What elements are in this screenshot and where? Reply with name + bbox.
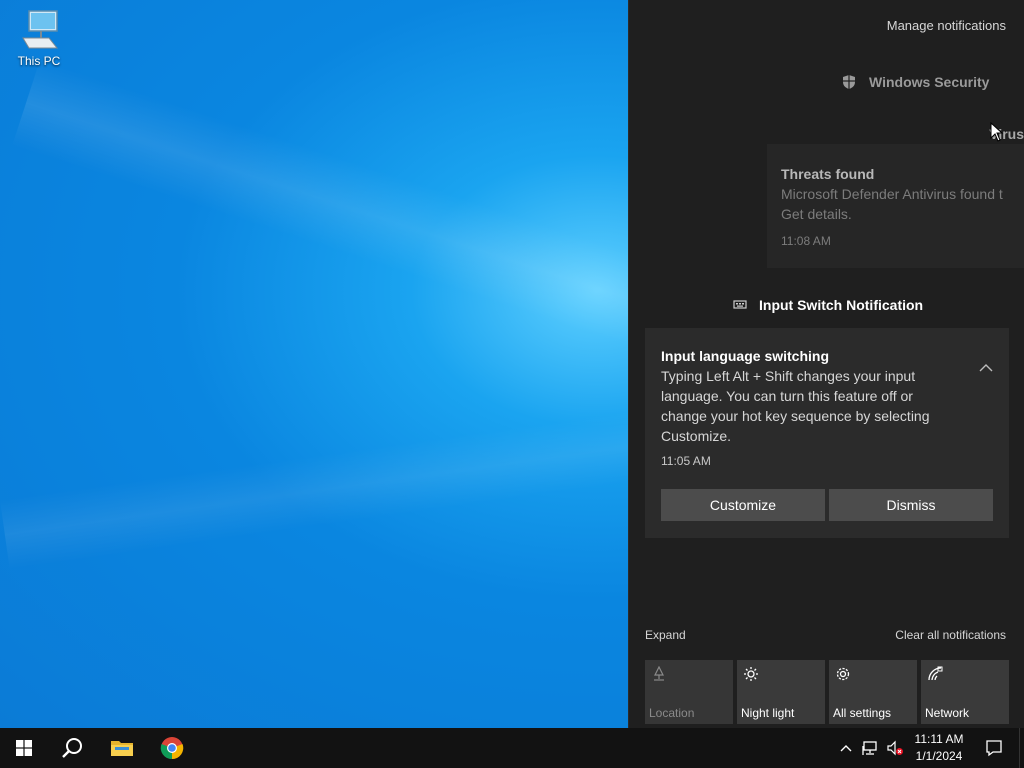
desktop[interactable]: This PC xyxy=(0,0,628,728)
app-name: Input Switch Notification xyxy=(759,297,924,313)
quick-action-label: All settings xyxy=(833,706,892,720)
keyboard-icon xyxy=(733,300,747,309)
taskbar: 11:11 AM 1/1/2024 xyxy=(0,728,1024,768)
desktop-icon-this-pc[interactable]: This PC xyxy=(10,8,68,68)
volume-muted-icon xyxy=(887,740,903,756)
file-explorer-button[interactable] xyxy=(98,728,146,768)
quick-action-night-light[interactable]: Night light xyxy=(737,660,825,724)
notification-toast-threats-found[interactable]: Threats found Microsoft Defender Antivir… xyxy=(767,144,1024,268)
search-button[interactable] xyxy=(48,728,96,768)
dismiss-button[interactable]: Dismiss xyxy=(829,489,993,521)
shield-icon xyxy=(843,75,855,89)
network-icon xyxy=(928,666,943,681)
mouse-cursor-icon xyxy=(990,122,1004,142)
action-center-button[interactable] xyxy=(974,728,1014,768)
toast-title: Input language switching xyxy=(661,348,829,364)
notification-group-header-windows-security[interactable]: Windows Security xyxy=(841,74,989,90)
quick-actions: Location Night light All settings Networ… xyxy=(645,660,1009,724)
location-icon xyxy=(654,665,664,681)
night-light-icon xyxy=(744,667,758,681)
clock-time: 11:11 AM xyxy=(914,732,964,746)
action-center: Manage notifications Windows Security Vi… xyxy=(628,0,1024,728)
manage-notifications-link[interactable]: Manage notifications xyxy=(887,18,1006,33)
wallpaper-light-beam xyxy=(12,60,628,381)
quick-action-all-settings[interactable]: All settings xyxy=(829,660,917,724)
network-tray-button[interactable] xyxy=(860,728,882,768)
chevron-up-icon xyxy=(840,745,852,752)
toast-body: Typing Left Alt + Shift changes your inp… xyxy=(661,368,930,444)
notification-toast-input-language[interactable]: Input language switching Typing Left Alt… xyxy=(645,328,1009,538)
chrome-icon xyxy=(160,737,184,760)
clock-date: 1/1/2024 xyxy=(915,749,963,763)
quick-action-network[interactable]: Network xyxy=(921,660,1009,724)
expand-quick-actions-link[interactable]: Expand xyxy=(645,628,686,642)
network-icon xyxy=(862,741,877,755)
quick-action-label: Network xyxy=(925,706,970,720)
notification-group-header-input-switch[interactable]: Input Switch Notification xyxy=(733,297,923,313)
app-name: Windows Security xyxy=(869,74,990,90)
start-button[interactable] xyxy=(0,728,48,768)
search-icon xyxy=(62,738,82,758)
show-desktop-button[interactable] xyxy=(1019,728,1024,768)
chevron-up-icon[interactable] xyxy=(979,360,993,378)
gear-icon xyxy=(836,667,850,681)
this-pc-icon xyxy=(22,10,59,49)
customize-button[interactable]: Customize xyxy=(661,489,825,521)
toast-body: Microsoft Defender Antivirus found t Get… xyxy=(781,186,1003,222)
taskbar-clock[interactable]: 11:11 AM 1/1/2024 xyxy=(904,731,974,765)
wallpaper-light-beam xyxy=(0,394,628,570)
clear-all-notifications-link[interactable]: Clear all notifications xyxy=(895,628,1006,642)
quick-action-label: Night light xyxy=(741,706,795,720)
chrome-button[interactable] xyxy=(148,728,196,768)
toast-title: Threats found xyxy=(781,166,875,182)
quick-action-location[interactable]: Location xyxy=(645,660,733,724)
windows-start-icon xyxy=(16,740,32,756)
volume-tray-button[interactable] xyxy=(884,728,906,768)
toast-time: 11:05 AM xyxy=(661,454,711,468)
toast-time: 11:08 AM xyxy=(781,234,831,248)
folder-icon xyxy=(111,741,133,756)
show-hidden-icons-button[interactable] xyxy=(838,728,854,768)
desktop-icon-label: This PC xyxy=(17,54,61,68)
notification-icon xyxy=(986,740,1002,757)
quick-action-label: Location xyxy=(649,706,695,720)
